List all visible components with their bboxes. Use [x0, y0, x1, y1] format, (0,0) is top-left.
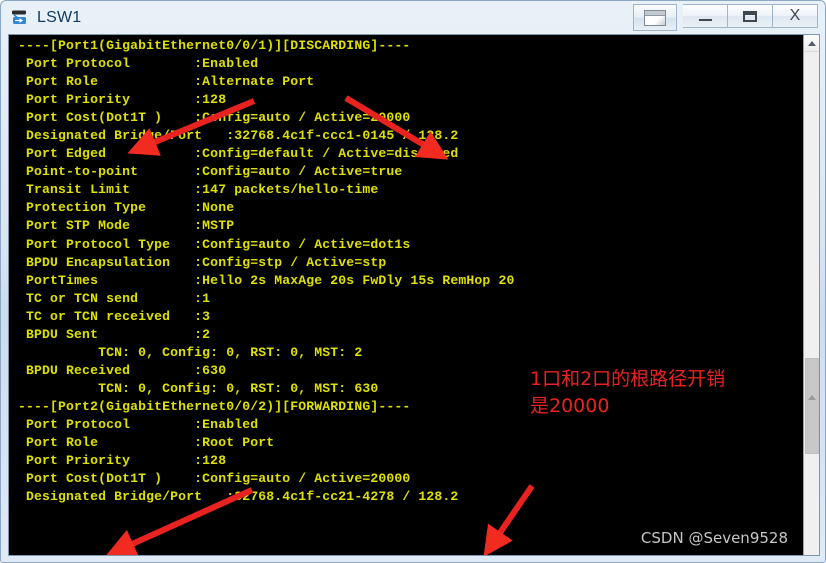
- maximize-button[interactable]: [728, 4, 773, 28]
- annotation-note-line-1: 1口和2口的根路径开销: [530, 368, 726, 390]
- switch-icon: [10, 8, 30, 28]
- chevron-up-icon: [807, 40, 816, 46]
- console-output-area[interactable]: ----[Port1(GigabitEthernet0/0/1)][DISCAR…: [9, 35, 804, 555]
- close-button[interactable]: X: [773, 4, 818, 28]
- restore-window-icon: [644, 9, 666, 26]
- window-controls: X: [633, 4, 818, 31]
- scrollbar-thumb[interactable]: [805, 358, 819, 454]
- minimize-button[interactable]: [683, 4, 728, 28]
- scroll-up-button[interactable]: [804, 35, 819, 52]
- restore-window-button[interactable]: [633, 4, 677, 31]
- watermark-text: CSDN @Seven9528: [640, 529, 788, 547]
- minimize-icon: [698, 18, 712, 21]
- console-panel: ----[Port1(GigabitEthernet0/0/1)][DISCAR…: [8, 34, 820, 556]
- vertical-scrollbar[interactable]: [803, 35, 819, 555]
- annotation-note-line-2: 是20000: [530, 395, 610, 417]
- terminal-window: LSW1 X ----[Port1(GigabitEthernet0/0/1)]…: [0, 0, 826, 563]
- thumb-grip-icon: [808, 395, 816, 400]
- window-bottom-edge: [1, 554, 826, 562]
- window-title: LSW1: [37, 8, 82, 26]
- close-icon: X: [789, 7, 801, 24]
- console-text: ----[Port1(GigabitEthernet0/0/1)][DISCAR…: [18, 38, 515, 505]
- maximize-icon: [743, 10, 757, 22]
- window-titlebar[interactable]: LSW1 X: [1, 1, 825, 34]
